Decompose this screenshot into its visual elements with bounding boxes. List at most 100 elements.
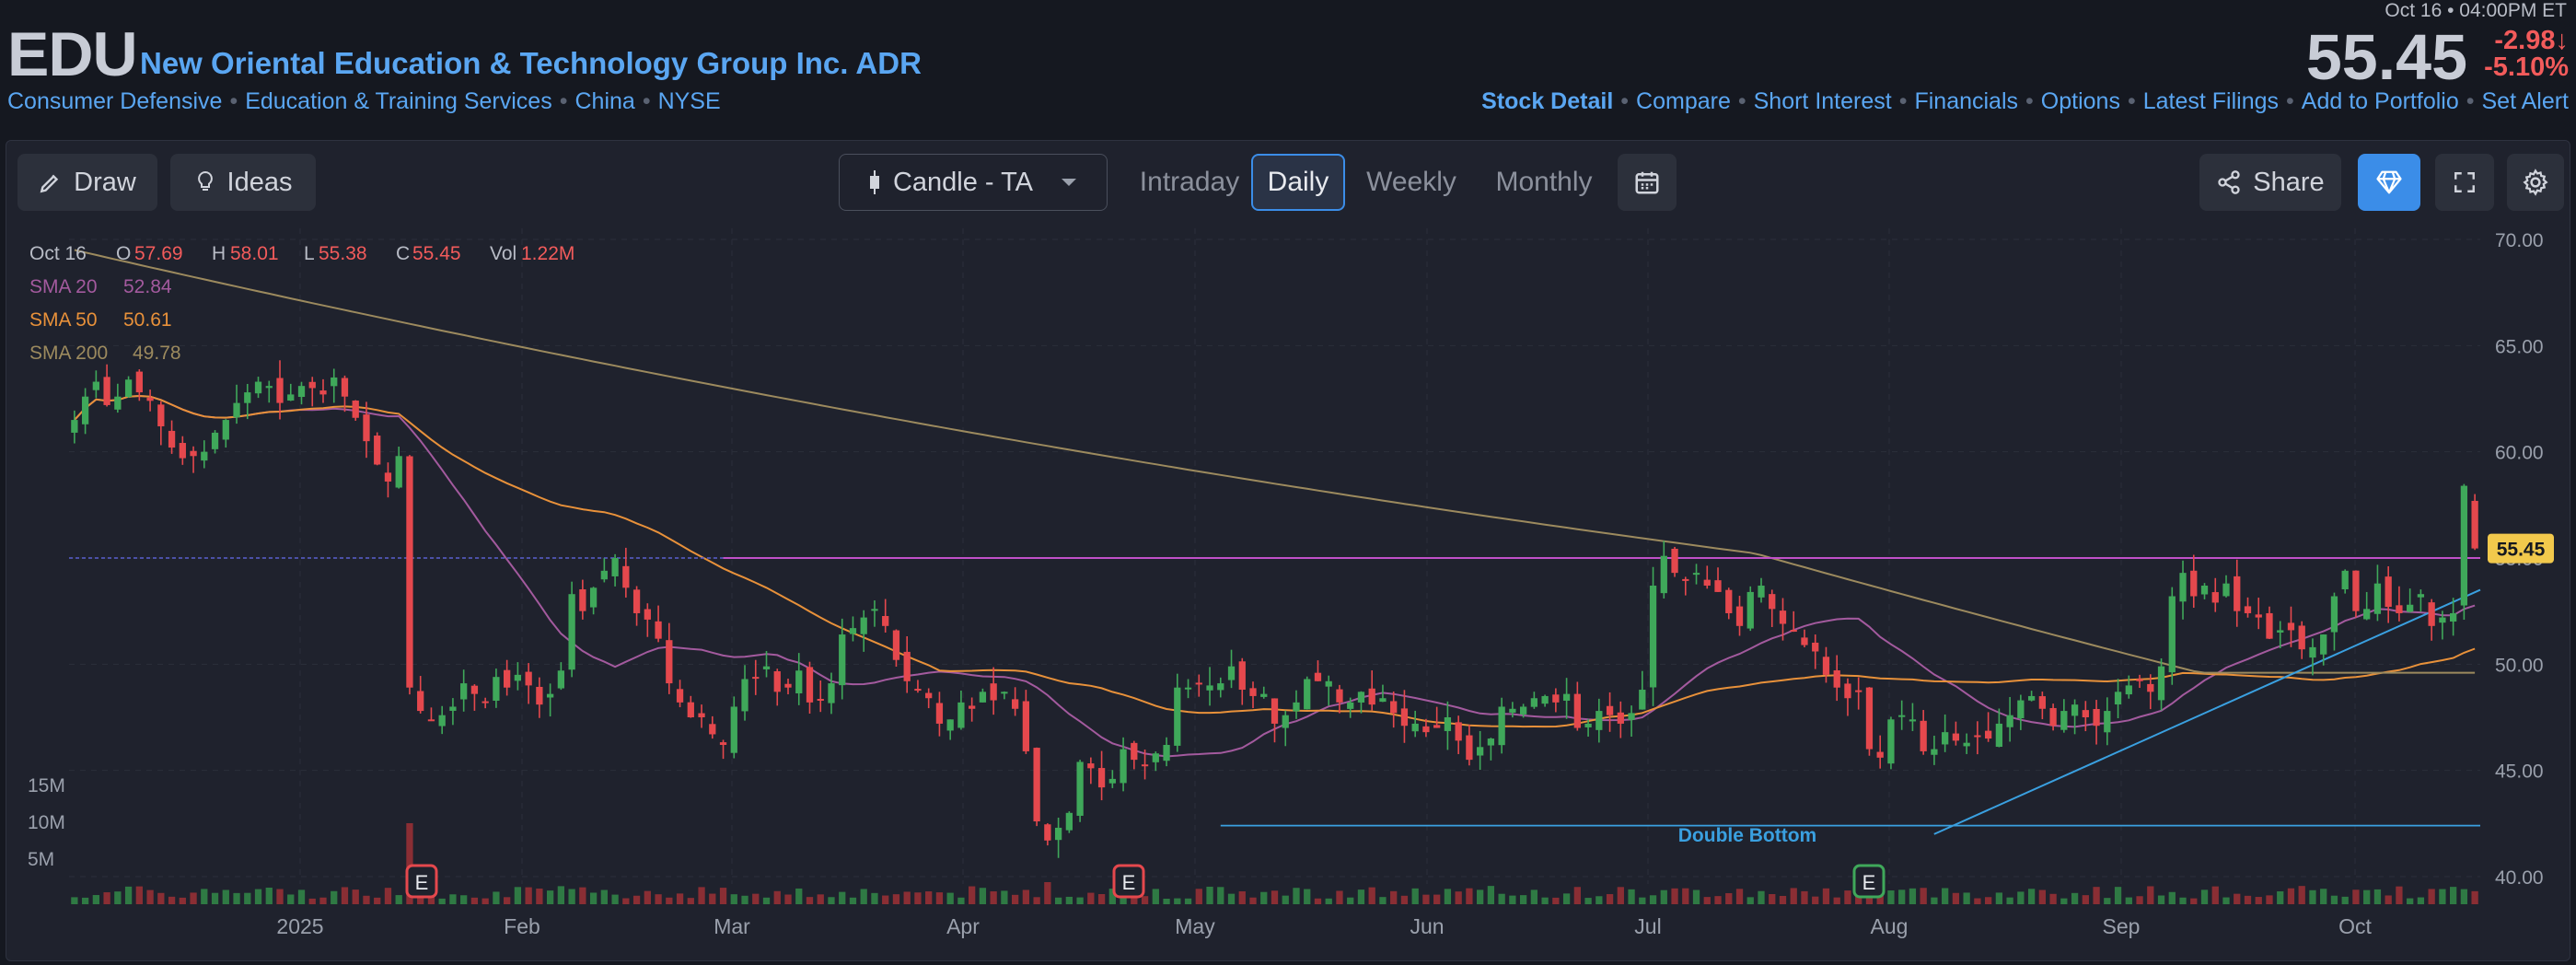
time-tick-label: Oct — [2338, 914, 2372, 938]
volume-bar — [2190, 898, 2198, 904]
legend-close: 55.45 — [412, 243, 461, 264]
candle-body — [2428, 602, 2435, 626]
candle-body — [1942, 732, 1949, 745]
candle-body — [1174, 687, 1181, 746]
candle-body — [2460, 485, 2468, 606]
candle-body — [1909, 719, 1917, 722]
candle-body — [1304, 679, 1311, 710]
candle-body — [719, 742, 727, 745]
volume-bar — [979, 888, 987, 904]
candle-body — [470, 685, 479, 694]
volume-bar — [935, 892, 944, 904]
candle-body — [1379, 698, 1387, 703]
candle-body — [363, 414, 370, 442]
price-chart[interactable]: 70.0065.0060.0055.0050.0045.0040.0015M10… — [0, 0, 2576, 965]
volume-bar — [1703, 897, 1711, 904]
candle-body — [1131, 742, 1138, 761]
volume-bar — [287, 894, 295, 904]
volume-bar — [179, 897, 186, 904]
candle-body — [2147, 683, 2154, 692]
candlesticks — [71, 360, 2478, 858]
candle-body — [752, 677, 760, 680]
candle-body — [157, 404, 165, 426]
candle-body — [536, 686, 543, 705]
volume-bar — [655, 894, 662, 904]
candle-body — [1390, 701, 1398, 714]
candle-body — [730, 706, 737, 753]
volume-bar — [2147, 886, 2154, 904]
volume-bar — [1314, 898, 1322, 904]
volume-bar — [1325, 898, 1332, 904]
volume-bar — [1336, 890, 1343, 904]
candle-body — [482, 701, 489, 703]
volume-bar — [676, 893, 684, 904]
candle-body — [969, 705, 976, 709]
legend-sma50-label: SMA 50 — [29, 309, 98, 331]
candle-body — [1595, 711, 1603, 730]
volume-bar — [211, 892, 219, 904]
volume-bar — [557, 886, 565, 904]
volume-bar — [1714, 896, 1722, 904]
time-tick-label: Feb — [504, 914, 540, 938]
candle-body — [1530, 698, 1538, 707]
candle-body — [135, 371, 143, 393]
sma50-line — [74, 394, 2476, 728]
candle-body — [806, 667, 814, 703]
candle-body — [1984, 730, 1992, 739]
candle-body — [1562, 693, 1571, 701]
volume-bar — [1271, 890, 1279, 904]
volume-bar — [1260, 891, 1268, 904]
volume-bar — [903, 891, 911, 904]
volume-bar — [1141, 896, 1149, 904]
candle-body — [1498, 706, 1505, 746]
candle-body — [2449, 612, 2457, 622]
volume-bar — [730, 894, 737, 904]
candle-body — [222, 420, 229, 440]
candle-body — [1833, 670, 1840, 688]
volume-bar — [1649, 895, 1657, 904]
candle-body — [1876, 751, 1884, 758]
earnings-marker-label: E — [1862, 871, 1876, 894]
candle-body — [276, 378, 284, 403]
candle-body — [146, 397, 154, 401]
volume-bar — [990, 891, 997, 904]
volume-bar — [2082, 895, 2089, 904]
candle-body — [1855, 690, 1862, 692]
candle-body — [417, 691, 424, 712]
candle-body — [2417, 594, 2425, 598]
candle-body — [2373, 583, 2382, 614]
volume-bar — [969, 886, 976, 904]
candle-body — [211, 432, 219, 449]
candle-body — [2287, 622, 2295, 631]
volume-bar — [2287, 888, 2295, 904]
candle-body — [2093, 708, 2100, 727]
volume-bar — [2407, 898, 2414, 904]
candle-body — [449, 706, 457, 711]
volume-bar — [1833, 897, 1840, 904]
price-tick-label: 50.00 — [2495, 655, 2544, 676]
volume-bar — [1184, 898, 1192, 904]
candle-body — [190, 450, 197, 457]
candle-body — [1444, 717, 1452, 731]
candle-body — [1282, 715, 1289, 728]
volume-bar — [644, 890, 651, 904]
volume-bar — [2244, 895, 2252, 904]
volume-bar — [795, 888, 803, 904]
volume-bar — [1584, 898, 1592, 904]
legend-open-label: O — [116, 243, 131, 264]
candle-body — [1758, 585, 1765, 598]
volume-bar — [773, 890, 781, 904]
candle-body — [352, 401, 359, 418]
candle-body — [1422, 726, 1430, 733]
candle-body — [2471, 500, 2478, 549]
candle-body — [644, 609, 651, 620]
candle-body — [1065, 812, 1073, 831]
candle-body — [2060, 711, 2068, 730]
volume-bar — [2136, 896, 2143, 904]
candle-body — [1487, 738, 1495, 746]
candle-body — [92, 381, 100, 390]
volume-bar — [1812, 896, 1819, 904]
volume-bar — [1304, 889, 1311, 904]
volume-bar — [2277, 890, 2284, 904]
volume-bar — [1692, 889, 1700, 904]
